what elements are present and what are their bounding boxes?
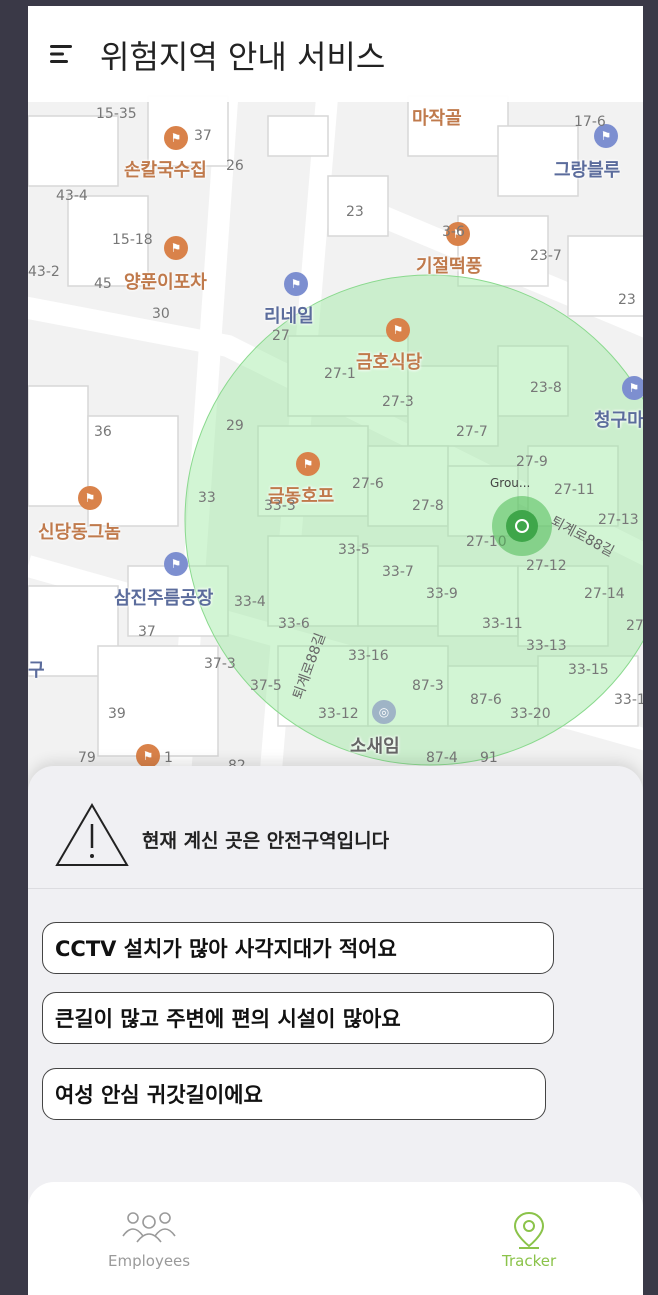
lot-number: 33-7 [382,564,414,580]
lot-number: 33-6 [278,616,310,632]
lot-number: 37 [138,624,156,640]
lot-number: 91 [480,750,498,766]
lot-number: 27-13 [598,512,639,528]
lot-number: 15-35 [96,106,137,122]
poi-label[interactable]: 소새임 [350,732,400,758]
lot-number: 27-11 [554,482,595,498]
restaurant-icon[interactable]: ⚑ [136,744,160,768]
people-icon [122,1212,176,1243]
lot-number: 27-1 [324,366,356,382]
poi-label[interactable]: 신당동그놈 [38,518,121,544]
nav-label: Employees [108,1252,191,1270]
poi-label[interactable]: 양푼이포차 [124,268,207,294]
lot-number: 33-20 [510,706,551,722]
map-background [28,6,643,806]
lot-number: 37-3 [204,656,236,672]
lot-number: 79 [78,750,96,766]
map-view[interactable]: ⚑ 손칼국수집 ⚑ 양푼이포차 ⚑ 리네일 ⚑ 금호식당 ⚑ 기절떡풍 마작골 … [28,6,643,806]
lot-number: 23 [346,204,364,220]
lot-number: 33-3 [264,498,296,514]
poi-label[interactable]: 리네일 [264,302,314,328]
current-location-label: Grou... [490,476,531,490]
lot-number: 29 [226,418,244,434]
reason-chip[interactable]: 여성 안심 귀갓길이에요 [42,1068,546,1120]
shop-icon[interactable]: ⚑ [284,272,308,296]
lot-number: 27-6 [352,476,384,492]
bottom-navigation: Employees Tracker [28,1182,643,1295]
factory-icon[interactable]: ⚑ [164,552,188,576]
lot-number: 87-3 [412,678,444,694]
poi-label[interactable]: 그랑블루 [554,156,620,182]
phone-screen: ⚑ 손칼국수집 ⚑ 양푼이포차 ⚑ 리네일 ⚑ 금호식당 ⚑ 기절떡풍 마작골 … [28,6,643,1295]
lot-number: 87-4 [426,750,458,766]
lot-number: 45 [94,276,112,292]
lot-number: 27-8 [412,498,444,514]
lot-number: 33-13 [526,638,567,654]
lot-number: 3-6 [442,224,465,240]
lot-number: 27 [626,618,643,634]
status-message: 현재 계신 곳은 안전구역입니다 [142,830,390,852]
poi-label[interactable]: 구 [28,656,45,682]
reason-text: 큰길이 많고 주변에 편의 시설이 많아요 [55,1007,401,1031]
lot-number: 33-9 [426,586,458,602]
shop-icon[interactable]: ⚑ [622,376,643,400]
lot-number: 43-2 [28,264,60,280]
lot-number: 27-7 [456,424,488,440]
page-title: 위험지역 안내 서비스 [100,38,386,76]
restaurant-icon[interactable]: ⚑ [386,318,410,342]
lot-number: 27-12 [526,558,567,574]
reason-chip[interactable]: CCTV 설치가 많아 사각지대가 적어요 [42,922,554,974]
location-dot-icon [515,519,529,533]
divider [28,888,643,889]
lot-number: 23 [618,292,636,308]
menu-icon[interactable] [48,42,76,66]
poi-label[interactable]: 마작골 [412,104,462,130]
lot-number: 15-18 [112,232,153,248]
restaurant-icon[interactable]: ⚑ [164,126,188,150]
lot-number: 37 [194,128,212,144]
reason-chip[interactable]: 큰길이 많고 주변에 편의 시설이 많아요 [42,992,554,1044]
lot-number: 33 [198,490,216,506]
lot-number: 33-1 [614,692,643,708]
app-header: 위험지역 안내 서비스 [28,6,643,102]
lot-number: 37-5 [250,678,282,694]
nav-tracker[interactable]: Tracker [502,1210,556,1270]
lot-number: 33-15 [568,662,609,678]
lot-number: 43-4 [56,188,88,204]
pub-icon[interactable]: ⚑ [296,452,320,476]
lot-number: 27-3 [382,394,414,410]
lot-number: 30 [152,306,170,322]
lot-number: 1 [164,750,173,766]
poi-label[interactable]: 삼진주름공장 [114,584,213,610]
lot-number: 33-11 [482,616,523,632]
lot-number: 33-12 [318,706,359,722]
current-location-marker[interactable] [506,510,538,542]
lot-number: 36 [94,424,112,440]
lot-number: 33-5 [338,542,370,558]
landmark-icon[interactable]: ◎ [372,700,396,724]
reason-text: 여성 안심 귀갓길이에요 [55,1083,263,1107]
lot-number: 27 [272,328,290,344]
bar-icon[interactable]: ⚑ [164,236,188,260]
lot-number: 27-9 [516,454,548,470]
location-pin-icon [514,1211,545,1249]
lot-number: 26 [226,158,244,174]
lot-number: 39 [108,706,126,722]
lot-number: 23-7 [530,248,562,264]
reason-text: CCTV 설치가 많아 사각지대가 적어요 [55,937,397,961]
nav-label: Tracker [502,1252,557,1270]
lot-number: 33-16 [348,648,389,664]
poi-label[interactable]: 손칼국수집 [124,156,207,182]
poi-label[interactable]: 청구마 [594,406,643,432]
poi-label[interactable]: 기절떡풍 [416,252,482,278]
nav-employees[interactable]: Employees [108,1210,190,1270]
restaurant-icon[interactable]: ⚑ [78,486,102,510]
lot-number: 87-6 [470,692,502,708]
lot-number: 33-4 [234,594,266,610]
lot-number: 27-14 [584,586,625,602]
warning-triangle-icon [55,803,129,866]
poi-label[interactable]: 금호식당 [356,348,422,374]
lot-number: 23-8 [530,380,562,396]
lot-number: 17-6 [574,114,606,130]
